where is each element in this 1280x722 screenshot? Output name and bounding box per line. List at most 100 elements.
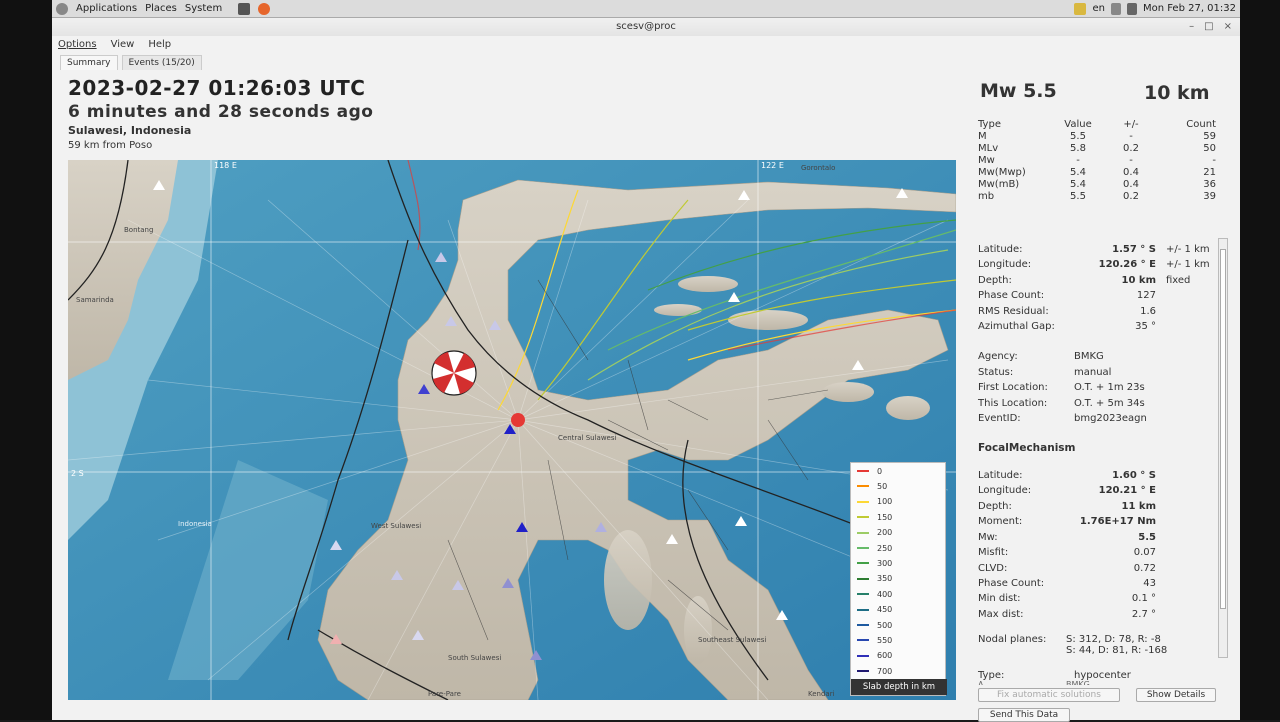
applications-menu[interactable]: Applications [76, 3, 137, 14]
magnitude-cell: - [1129, 130, 1133, 142]
label-pare-pare: Pare-Pare [428, 690, 461, 698]
legend-label: 400 [877, 589, 893, 599]
system-menu[interactable]: System [185, 3, 222, 14]
legend-swatch [857, 577, 869, 580]
locale-indicator[interactable]: en [1092, 3, 1105, 14]
minimize-icon[interactable]: – [1189, 18, 1194, 36]
label-samarinda: Samarinda [76, 296, 114, 304]
legend-swatch [857, 547, 869, 549]
origin-first-location-value: O.T. + 1m 23s [1074, 382, 1145, 393]
magnitude-row[interactable]: MLv 5.8 0.2 50 [978, 142, 1216, 154]
legend-item: 100 [857, 496, 892, 508]
menu-bar: Options View Help [52, 36, 1240, 52]
magnitude-cell: - [1212, 154, 1216, 166]
focal-latitude-label: Latitude: [978, 470, 1023, 481]
magnitude-cell: mb [978, 190, 995, 202]
network-icon[interactable] [1126, 2, 1137, 15]
tab-events[interactable]: Events (15/20) [121, 55, 202, 70]
magnitude-cell: 36 [1203, 178, 1216, 190]
focal-max-dist-row: Max dist: 2.7 ° [978, 609, 1162, 620]
legend-title: Slab depth in km [851, 679, 947, 695]
legend-swatch [857, 531, 869, 534]
fix-automatic-button[interactable]: Fix automatic solutions [978, 688, 1120, 702]
focal-misfit-label: Misfit: [978, 547, 1009, 558]
legend-label: 0 [877, 466, 883, 476]
menu-help[interactable]: Help [148, 39, 171, 50]
legend-label: 350 [877, 574, 893, 584]
legend-label: 700 [877, 666, 893, 676]
event-map[interactable]: 118 E 122 E 2 S Gorontalo Bontang Samari… [68, 160, 956, 700]
legend-label: 500 [877, 620, 893, 630]
legend-item: 150 [857, 511, 892, 523]
focal-moment-value: 1.76E+17 Nm [1079, 516, 1156, 527]
title-bar: scesv@proc – □ × [52, 18, 1240, 36]
show-details-button[interactable]: Show Details [1136, 688, 1216, 702]
legend-label: 200 [877, 528, 893, 538]
epicenter-marker[interactable] [511, 413, 525, 427]
origin-agency-row: Agency: BMKG [978, 351, 1184, 362]
window-title: scesv@proc [616, 21, 676, 32]
legend-item: 600 [857, 650, 892, 662]
places-menu[interactable]: Places [145, 3, 177, 14]
focal-latitude-value: 1.60 ° S [1112, 470, 1156, 481]
legend-label: 50 [877, 481, 888, 491]
origin-gap-row: Azimuthal Gap: 35 ° [978, 321, 1162, 332]
magnitude-row[interactable]: Mw - - - [978, 154, 1216, 166]
focal-depth-value: 11 km [1121, 501, 1156, 512]
nodal-plane-2: S: 44, D: 81, R: -168 [1066, 645, 1168, 656]
focal-type-value: hypocenter [1074, 670, 1131, 681]
label-gorontalo: Gorontalo [801, 164, 835, 172]
close-icon[interactable]: × [1224, 18, 1232, 36]
magnitude-row[interactable]: Mw(Mwp) 5.4 0.4 21 [978, 166, 1216, 178]
origin-depth-row: Depth: 10 km fixed [978, 275, 1190, 286]
cut-off-value: BMKG [1066, 680, 1090, 685]
menu-view[interactable]: View [111, 39, 135, 50]
beachball-icon[interactable] [431, 350, 477, 396]
focal-min-dist-row: Min dist: 0.1 ° [978, 593, 1162, 604]
legend-swatch [857, 670, 869, 673]
magnitude-cell: 5.4 [1070, 178, 1086, 190]
magnitude-row[interactable]: Mw(mB) 5.4 0.4 36 [978, 178, 1216, 190]
tab-summary[interactable]: Summary [60, 55, 118, 70]
legend-swatch [857, 654, 869, 657]
legend-item: 550 [857, 634, 892, 646]
details-scrollbar[interactable] [1218, 238, 1228, 658]
cut-off-row: A... BMKG [978, 680, 1090, 685]
magnitude-row[interactable]: mb 5.5 0.2 39 [978, 190, 1216, 202]
label-118e: 118 E [214, 161, 237, 170]
maximize-icon[interactable]: □ [1204, 18, 1213, 36]
legend-swatch [857, 562, 869, 565]
event-details-panel: Mw 5.5 10 km Type Value +/- Count M 5.5-5… [972, 76, 1240, 722]
origin-this-location-label: This Location: [978, 398, 1048, 409]
legend-item: 0 [857, 465, 882, 477]
browser-icon[interactable] [258, 2, 271, 15]
magnitude-cell: 50 [1203, 142, 1216, 154]
origin-phase-count-row: Phase Count: 127 [978, 290, 1162, 301]
magnitude-cell: - [1076, 154, 1080, 166]
origin-event-id-label: EventID: [978, 413, 1021, 424]
gnome-foot-icon[interactable] [56, 2, 68, 15]
menu-options[interactable]: Options [58, 39, 97, 50]
magnitude-cell: Mw [978, 154, 995, 166]
legend-item: 250 [857, 542, 892, 554]
notes-icon[interactable] [1074, 2, 1087, 15]
legend-label: 450 [877, 605, 893, 615]
magnitude-cell: 5.4 [1070, 166, 1086, 178]
focal-longitude-label: Longitude: [978, 485, 1032, 496]
focal-longitude-row: Longitude: 120.21 ° E [978, 485, 1162, 496]
magnitude-cell: Mw(Mwp) [978, 166, 1026, 178]
origin-status-value: manual [1074, 367, 1112, 378]
slab-depth-legend: 0 50 100 150 200 250 300 350 400 450 500 550 600 700 S… [850, 462, 947, 696]
clock[interactable]: Mon Feb 27, 01:32 [1143, 3, 1236, 14]
scrollbar-thumb[interactable] [1220, 249, 1226, 609]
focal-mechanism-title: FocalMechanism [978, 442, 1076, 454]
origin-latitude-value: 1.57 ° S [1112, 244, 1156, 255]
legend-label: 550 [877, 635, 893, 645]
terminal-icon[interactable] [238, 2, 251, 15]
magnitude-row[interactable]: M 5.5 - 59 [978, 130, 1216, 142]
origin-status-row: Status: manual [978, 367, 1184, 378]
origin-phase-count-value: 127 [1136, 290, 1156, 301]
volume-icon[interactable] [1110, 2, 1121, 15]
magnitude-cell: 0.2 [1123, 190, 1139, 202]
origin-event-id-row: EventID: bmg2023eagn [978, 413, 1184, 424]
